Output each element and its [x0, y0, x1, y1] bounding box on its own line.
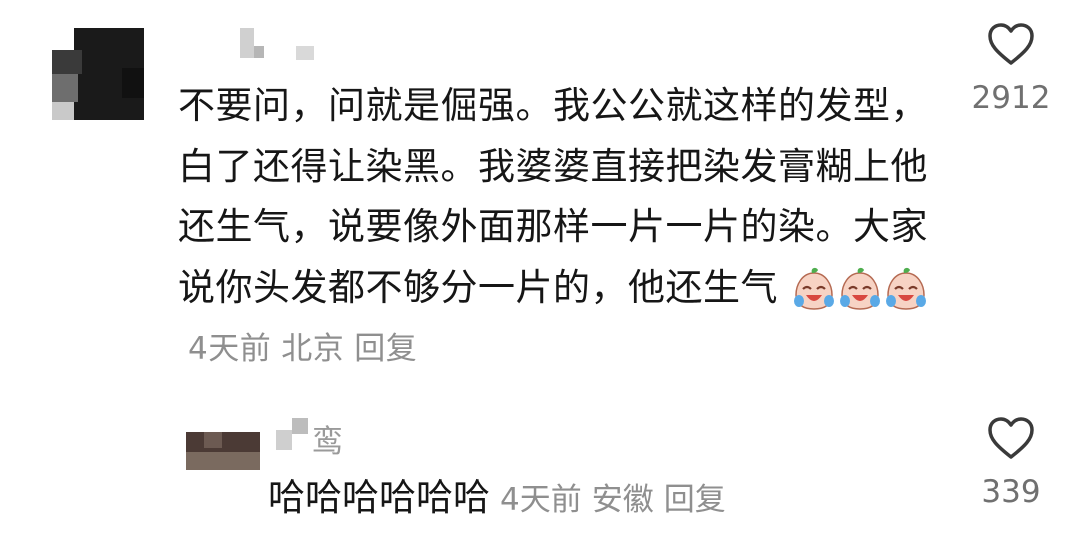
reply-like-count: 339	[981, 474, 1041, 510]
commenter-avatar[interactable]	[52, 28, 144, 120]
reply-like-button[interactable]: 339	[966, 416, 1056, 510]
reply-text: 哈哈哈哈哈哈	[268, 476, 490, 519]
crying-laughing-emoji-icon	[886, 267, 927, 310]
reply-time: 4天前	[500, 481, 582, 518]
comment-time: 4天前	[188, 331, 272, 368]
reply-location: 安徽	[591, 481, 654, 518]
emoji-group	[778, 266, 928, 310]
reply-body: 哈哈哈哈哈哈 4天前 安徽 回复	[268, 476, 736, 522]
comment-location: 北京	[281, 331, 345, 368]
comment-body: 不要问，问就是倔强。我公公就这样的发型，白了还得让染黑。我婆婆直接把染发膏糊上他…	[178, 76, 948, 380]
reply-button[interactable]: 回复	[354, 331, 417, 367]
commenter-username[interactable]	[240, 28, 320, 62]
reply-meta: 4天前 安徽 回复	[500, 478, 736, 522]
heart-outline-icon[interactable]	[987, 22, 1035, 66]
like-button[interactable]: 2912	[966, 22, 1056, 116]
username-visible-char: 鸾	[312, 424, 343, 460]
heart-outline-icon[interactable]	[987, 416, 1035, 460]
comment-meta: 4天前 北京 回复	[188, 319, 427, 380]
crying-laughing-emoji-icon	[840, 267, 881, 310]
reply-commenter-avatar[interactable]	[186, 432, 260, 470]
like-count: 2912	[971, 80, 1051, 116]
crying-laughing-emoji-icon	[794, 267, 835, 310]
reply-reply-button[interactable]: 回复	[664, 482, 726, 518]
